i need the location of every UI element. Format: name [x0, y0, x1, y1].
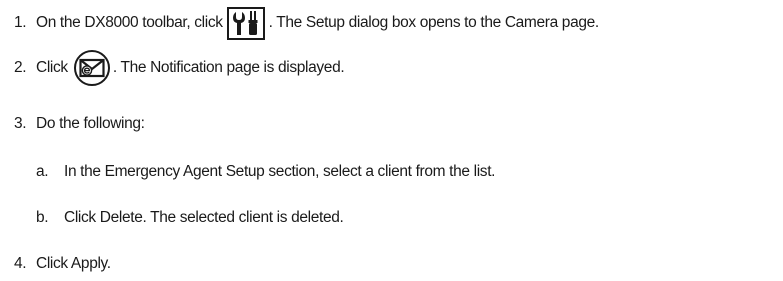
substep-letter: b. [36, 209, 49, 226]
step-1: 1. On the DX8000 toolbar, click . The Se… [14, 5, 599, 41]
step-2: 2. Click . The Notification page is disp… [14, 48, 345, 88]
substep-letter: a. [36, 163, 49, 180]
substep-text: In the Emergency Agent Setup section, se… [64, 163, 496, 180]
step-text-after: . The Setup dialog box opens to the Came… [268, 14, 600, 31]
step-number: 2. [14, 59, 27, 76]
step-number: 1. [14, 14, 27, 31]
step-number: 4. [14, 255, 27, 272]
step-4: 4. Click Apply. [14, 253, 111, 275]
setup-tools-icon [226, 6, 265, 40]
step-text-before: On the DX8000 toolbar, click [36, 14, 223, 31]
substep-b: b. Click Delete. The selected client is … [36, 207, 344, 229]
email-notification-icon [73, 50, 110, 86]
step-3: 3. Do the following: [14, 113, 145, 135]
step-text: Click Apply. [36, 255, 111, 272]
step-text-before: Click [36, 59, 68, 76]
instruction-document: 1. On the DX8000 toolbar, click . The Se… [0, 0, 783, 281]
step-text-after: . The Notification page is displayed. [112, 59, 345, 76]
substep-text: Click Delete. The selected client is del… [64, 209, 344, 226]
substep-a: a. In the Emergency Agent Setup section,… [36, 161, 495, 183]
step-number: 3. [14, 115, 27, 132]
step-text: Do the following: [36, 115, 145, 132]
